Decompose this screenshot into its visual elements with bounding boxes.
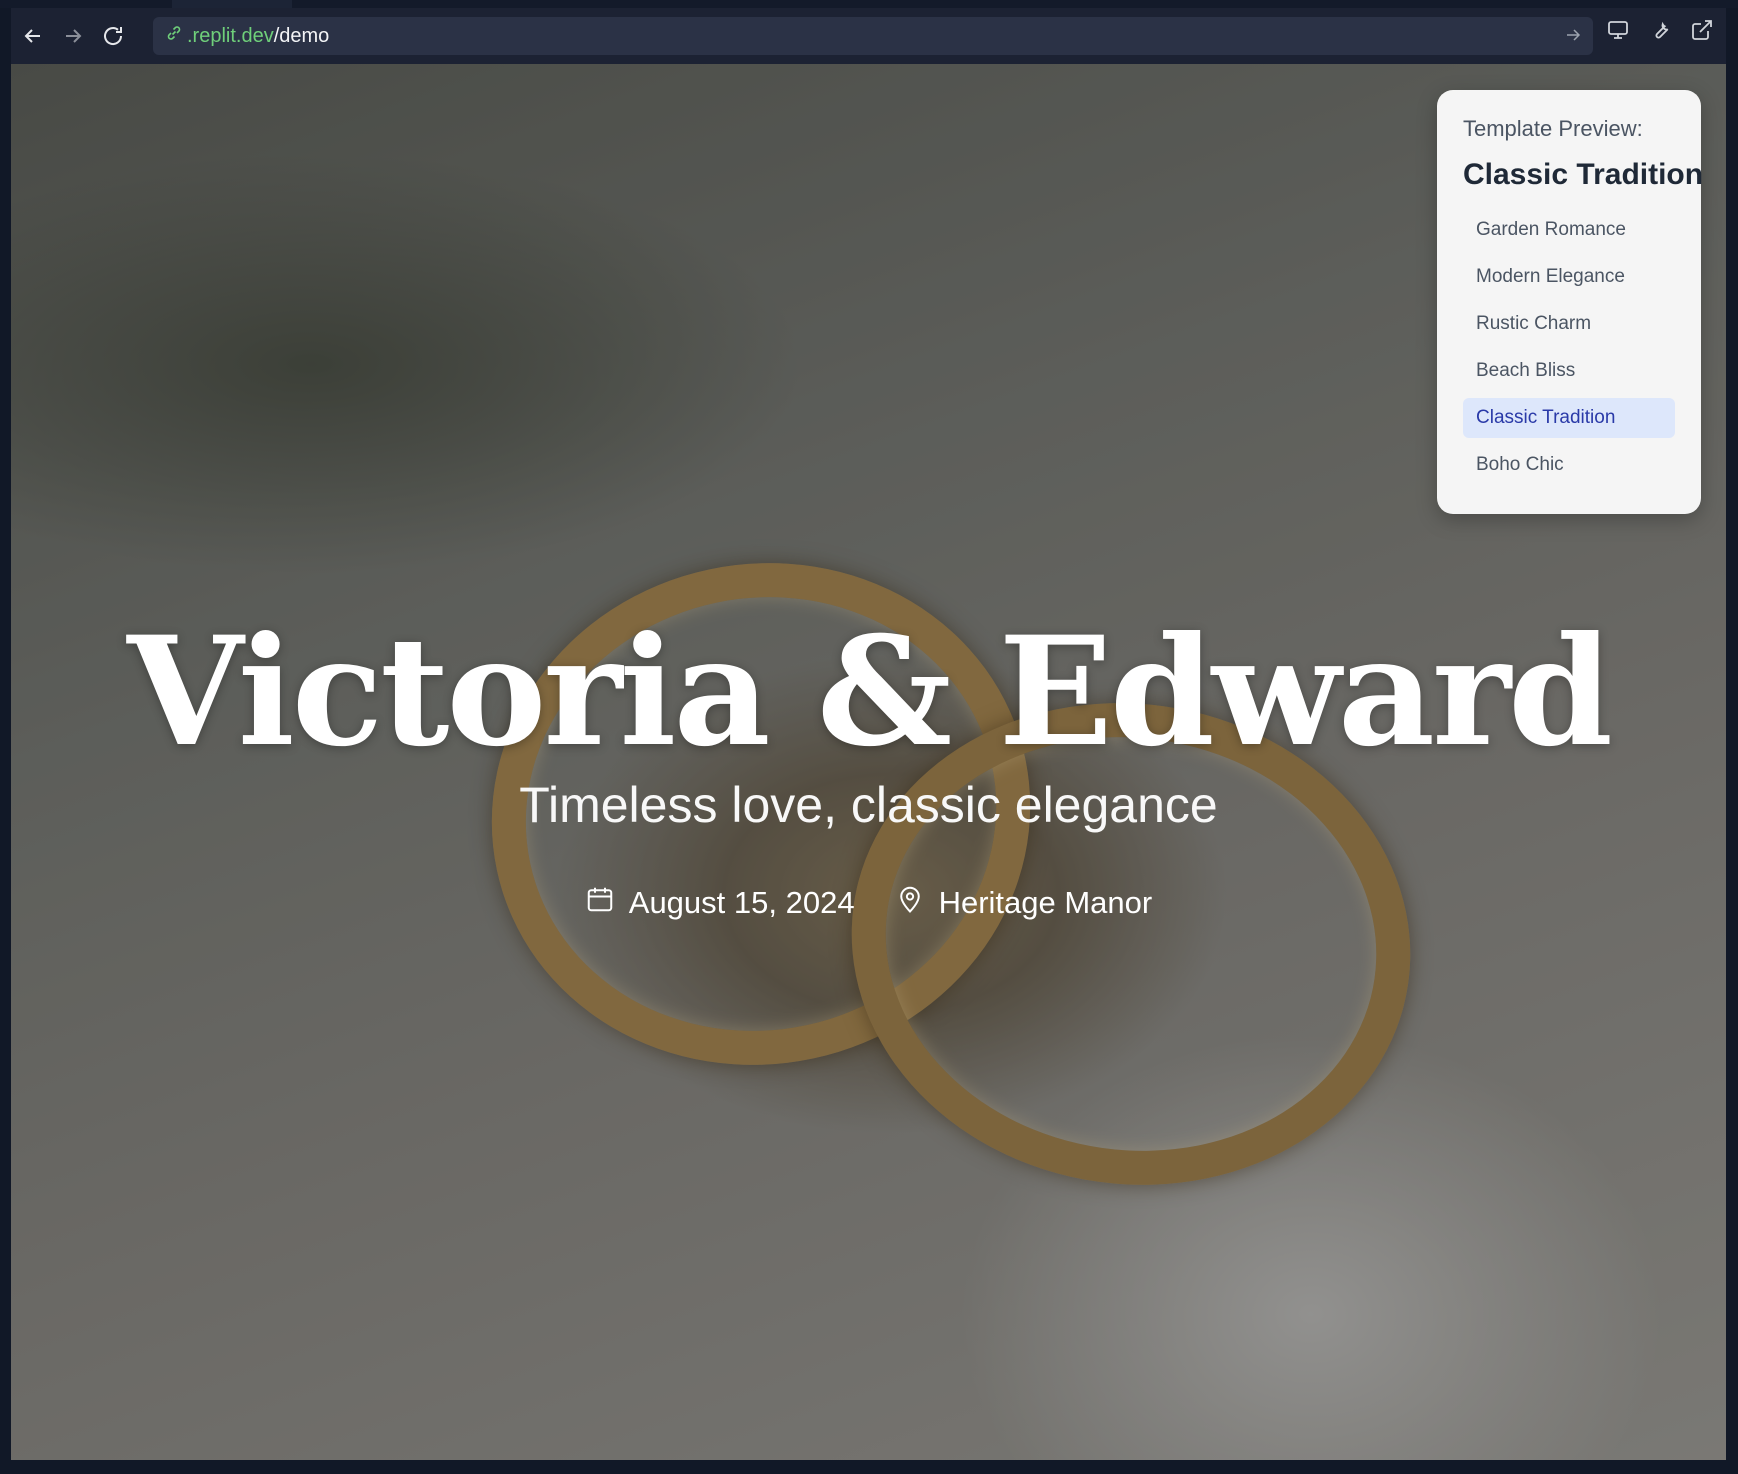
link-icon — [165, 24, 183, 48]
couple-names-title: Victoria & Edward — [127, 604, 1613, 780]
template-option-classic-tradition[interactable]: Classic Tradition — [1463, 398, 1675, 438]
address-bar[interactable]: .replit.dev/demo — [153, 17, 1593, 55]
page-viewport: Victoria & Edward Timeless love, classic… — [11, 64, 1726, 1460]
window-frame — [0, 1460, 1738, 1474]
template-preview-label: Template Preview: — [1463, 116, 1643, 141]
forward-arrow-icon[interactable] — [53, 16, 93, 56]
tab-strip — [0, 0, 1738, 8]
template-option-modern-elegance[interactable]: Modern Elegance — [1463, 257, 1675, 297]
browser-toolbar: .replit.dev/demo — [11, 8, 1726, 64]
event-details: August 15, 2024 Heritage Manor — [11, 884, 1726, 922]
url-path: /demo — [273, 24, 330, 47]
current-template-name: Classic Tradition — [1463, 158, 1704, 191]
event-date: August 15, 2024 — [585, 884, 855, 922]
calendar-icon — [585, 884, 615, 922]
template-option-garden-romance[interactable]: Garden Romance — [1463, 210, 1675, 250]
template-preview-panel: Template Preview: Classic Tradition Gard… — [1437, 90, 1704, 514]
hero-subtitle: Timeless love, classic elegance — [519, 777, 1218, 833]
venue-text: Heritage Manor — [938, 885, 1153, 920]
go-arrow-icon[interactable] — [1565, 26, 1581, 49]
reload-icon[interactable] — [93, 16, 133, 56]
template-option-beach-bliss[interactable]: Beach Bliss — [1463, 351, 1675, 391]
event-venue: Heritage Manor — [895, 884, 1153, 922]
date-text: August 15, 2024 — [628, 885, 855, 920]
monitor-icon[interactable] — [1604, 16, 1632, 44]
wrench-icon[interactable] — [1646, 16, 1674, 44]
template-option-rustic-charm[interactable]: Rustic Charm — [1463, 304, 1675, 344]
back-arrow-icon[interactable] — [13, 16, 53, 56]
browser-tab[interactable] — [172, 0, 292, 8]
map-pin-icon — [895, 884, 925, 922]
url-host: .replit.dev — [187, 24, 274, 47]
external-link-icon[interactable] — [1688, 16, 1716, 44]
template-option-boho-chic[interactable]: Boho Chic — [1463, 445, 1675, 485]
